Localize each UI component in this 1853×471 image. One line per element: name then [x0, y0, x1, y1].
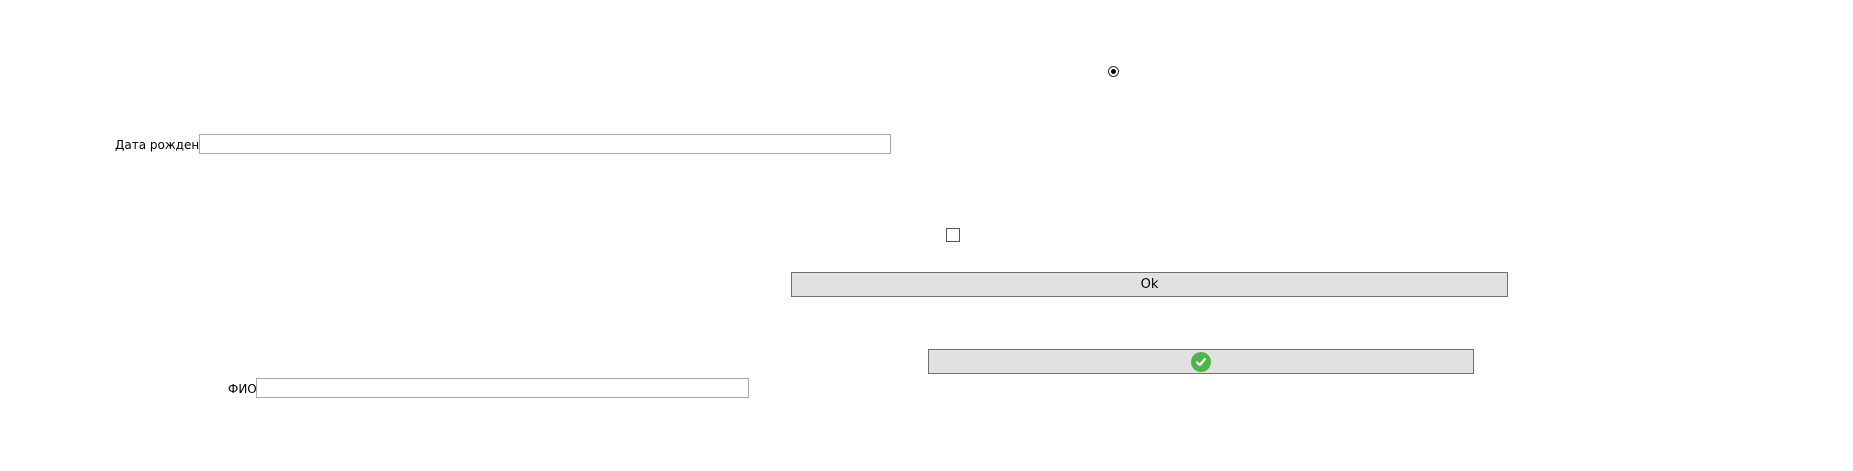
ok-button-label: Ok	[1140, 277, 1159, 292]
check-circle-icon	[1191, 351, 1211, 372]
fio-input[interactable]	[256, 378, 749, 398]
radio-button[interactable]	[1108, 66, 1119, 77]
birth-date-input[interactable]	[199, 134, 891, 154]
checkmark-glyph	[1195, 357, 1207, 366]
checkbox[interactable]	[946, 228, 960, 242]
confirm-button[interactable]	[928, 349, 1474, 374]
fio-label: ФИО	[228, 382, 257, 396]
ok-button[interactable]: Ok	[791, 272, 1508, 297]
radio-selected-dot	[1111, 69, 1116, 74]
